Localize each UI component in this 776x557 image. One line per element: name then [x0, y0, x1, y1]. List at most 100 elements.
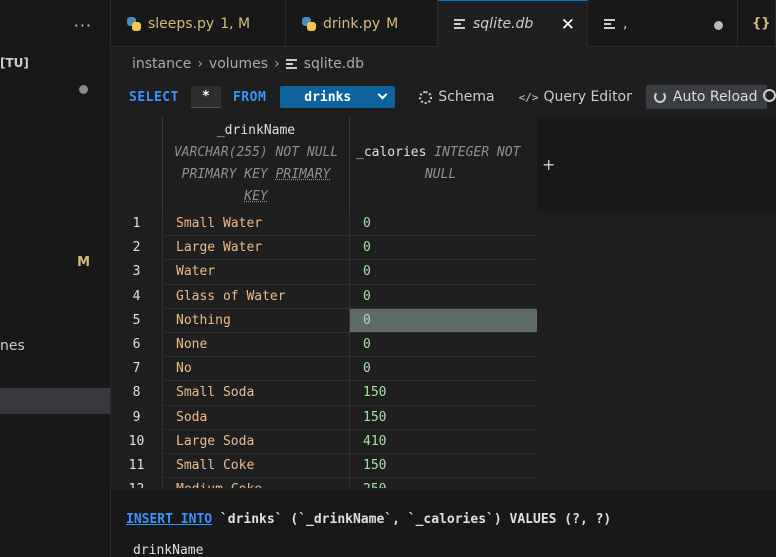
- tab-unnamed[interactable]: ,: [588, 0, 738, 47]
- column-header-calories[interactable]: _calories INTEGER NOT NULL: [349, 117, 537, 212]
- row-number[interactable]: 3: [111, 260, 162, 285]
- table-select-dropdown[interactable]: drinks: [280, 86, 396, 108]
- cell-calories[interactable]: 410: [349, 429, 537, 454]
- tab-sleeps-py[interactable]: sleeps.py 1, M: [111, 0, 286, 47]
- auto-reload-label: Auto Reload: [672, 89, 758, 105]
- cell-drinkname[interactable]: Large Soda: [162, 429, 349, 454]
- json-file-icon: {}: [752, 16, 771, 31]
- table-row[interactable]: 10 Large Soda 410: [111, 429, 537, 454]
- cell-drinkname[interactable]: None: [162, 332, 349, 358]
- cell-drinkname[interactable]: Small Water: [162, 212, 349, 237]
- modified-dot-icon: [79, 85, 88, 94]
- table-row[interactable]: 11 Small Coke 150: [111, 453, 537, 479]
- tab-sqlite-db[interactable]: sqlite.db ✕: [438, 0, 588, 47]
- schema-label: Schema: [438, 89, 495, 105]
- column-type: KEY: [244, 189, 268, 204]
- auto-reload-button[interactable]: Auto Reload: [645, 85, 768, 109]
- table-row[interactable]: 2 Large Water 0: [111, 236, 537, 261]
- column-type-line: _calories INTEGER NOT: [356, 145, 521, 160]
- breadcrumb-item-volumes[interactable]: volumes: [209, 56, 268, 72]
- tab-drink-py[interactable]: drink.py M: [286, 0, 438, 47]
- cell-drinkname[interactable]: No: [162, 357, 349, 382]
- cell-drinkname[interactable]: Nothing: [162, 308, 349, 333]
- column-header-drinkname[interactable]: _drinkName VARCHAR(255) NOT NULL PRIMARY…: [162, 117, 349, 212]
- cell-calories[interactable]: 0: [349, 212, 537, 237]
- close-tab-icon[interactable]: ✕: [561, 15, 575, 35]
- more-actions-button[interactable]: ···: [74, 16, 92, 35]
- cell-drinkname[interactable]: Large Water: [162, 236, 349, 261]
- cell-drinkname[interactable]: Small Soda: [162, 381, 349, 406]
- refresh-icon: [653, 91, 666, 103]
- row-number[interactable]: 1: [111, 212, 162, 237]
- chevron-right-icon: ›: [197, 56, 203, 72]
- sidebar-selected-item[interactable]: [0, 388, 110, 414]
- cell-drinkname[interactable]: Medium Coke: [162, 478, 349, 488]
- field-label-drinkname: drinkName: [133, 543, 204, 557]
- insert-panel: INSERT INTO `drinks` (`_drinkName`, `_ca…: [111, 490, 776, 557]
- tab-json[interactable]: {}: [738, 0, 776, 47]
- table-row[interactable]: 4 Glass of Water 0: [111, 284, 537, 309]
- cell-calories[interactable]: 0: [349, 332, 537, 358]
- column-name: _calories: [356, 145, 427, 160]
- cell-calories[interactable]: 150: [349, 405, 537, 430]
- chevron-down-icon: [377, 89, 388, 100]
- table-row[interactable]: 6 None 0: [111, 332, 537, 358]
- columns-input[interactable]: *: [190, 86, 221, 108]
- row-number[interactable]: 8: [111, 381, 162, 406]
- cell-calories[interactable]: 0: [349, 284, 537, 309]
- table-row[interactable]: 5 Nothing 0: [111, 308, 537, 333]
- row-number[interactable]: 9: [111, 405, 162, 430]
- table-row[interactable]: 9 Soda 150: [111, 405, 537, 430]
- python-file-icon: [302, 16, 316, 31]
- grid-rows: 1 Small Water 0 2 Large Water 0 3 Water 0 4 Glass …: [111, 212, 537, 488]
- tab-status: 1, M: [220, 15, 251, 32]
- query-editor-label: Query Editor: [543, 89, 632, 105]
- chevron-right-icon: ›: [274, 56, 280, 72]
- query-toolbar: SELECT * FROM drinks Schema </> Query Ed…: [111, 80, 776, 114]
- table-row[interactable]: 3 Water 0: [111, 260, 537, 285]
- cell-calories[interactable]: 0: [349, 308, 537, 333]
- search-icon[interactable]: [763, 89, 776, 102]
- column-type: NULL: [424, 167, 457, 182]
- row-number-header: [111, 117, 162, 212]
- row-number[interactable]: 6: [111, 332, 162, 358]
- cell-drinkname[interactable]: Water: [162, 260, 349, 285]
- cell-drinkname[interactable]: Glass of Water: [162, 284, 349, 309]
- schema-button[interactable]: Schema: [413, 85, 500, 109]
- cell-calories[interactable]: 0: [349, 260, 537, 285]
- tab-label: sleeps.py: [148, 15, 215, 32]
- from-keyword: FROM: [232, 89, 267, 105]
- modified-badge: M: [77, 255, 90, 270]
- row-number[interactable]: 5: [111, 308, 162, 333]
- row-number[interactable]: 2: [111, 236, 162, 261]
- tab-status: M: [386, 15, 399, 32]
- cell-calories[interactable]: 0: [349, 357, 537, 382]
- table-row[interactable]: 7 No 0: [111, 357, 537, 382]
- table-row[interactable]: 12Medium Coke250: [111, 478, 537, 488]
- file-lines-icon: [604, 18, 615, 29]
- cell-calories[interactable]: 150: [349, 381, 537, 406]
- sidebar-item-partial[interactable]: nes: [0, 338, 25, 354]
- insert-keyword: INSERT INTO: [126, 512, 213, 527]
- query-editor-button[interactable]: </> Query Editor: [513, 85, 638, 109]
- table-row[interactable]: 8 Small Soda 150: [111, 381, 537, 406]
- breadcrumb-item-instance[interactable]: instance: [132, 56, 191, 72]
- cell-calories[interactable]: 250: [349, 478, 537, 488]
- cell-calories[interactable]: 150: [349, 453, 537, 479]
- row-number[interactable]: 4: [111, 284, 162, 309]
- editor-tab-bar: sleeps.py 1, M drink.py M sqlite.db ✕ , …: [111, 0, 776, 47]
- add-column-button[interactable]: +: [542, 155, 555, 174]
- tab-label: drink.py: [323, 15, 381, 32]
- folder-label[interactable]: [TU]: [0, 56, 29, 70]
- cell-drinkname[interactable]: Soda: [162, 405, 349, 430]
- cell-drinkname[interactable]: Small Coke: [162, 453, 349, 479]
- row-number[interactable]: 11: [111, 453, 162, 479]
- row-number[interactable]: 7: [111, 357, 162, 382]
- unsaved-dot-icon[interactable]: [714, 21, 723, 30]
- row-number[interactable]: 12: [111, 478, 162, 488]
- file-lines-icon: [285, 59, 297, 69]
- breadcrumb-item-file[interactable]: sqlite.db: [304, 56, 364, 72]
- table-row[interactable]: 1 Small Water 0: [111, 212, 537, 237]
- row-number[interactable]: 10: [111, 429, 162, 454]
- cell-calories[interactable]: 0: [349, 236, 537, 261]
